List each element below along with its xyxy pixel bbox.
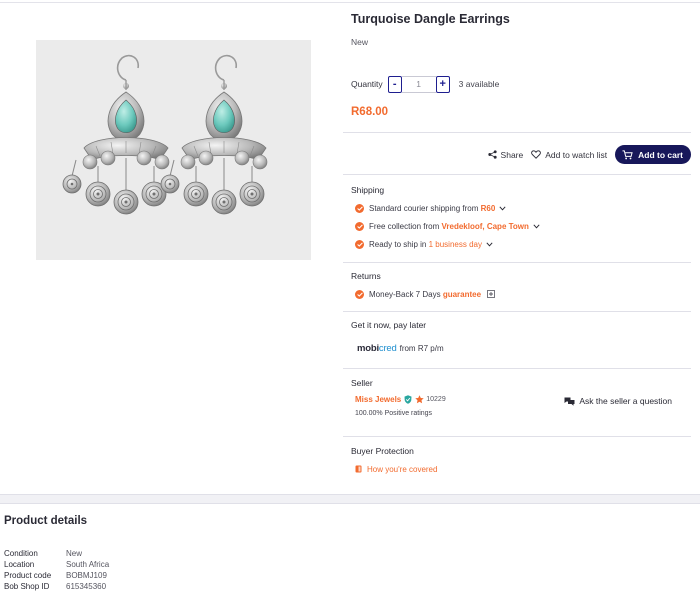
check-icon: [355, 289, 364, 299]
chevron-down-icon: [499, 205, 506, 211]
courier-price: R60: [480, 203, 496, 213]
how-covered-link[interactable]: How you're covered: [367, 465, 437, 474]
returns-section: Returns Money-Back 7 Days guarantee: [351, 271, 691, 300]
detail-value: BOBMJ109: [66, 571, 107, 580]
share-button[interactable]: Share: [487, 149, 524, 160]
increase-quantity-button[interactable]: +: [435, 75, 450, 93]
product-details-table: Condition New Location South Africa Prod…: [4, 548, 109, 592]
seller-section: Seller Miss Jewels 10229 100.00% Positiv…: [351, 378, 691, 426]
divider: [343, 368, 691, 369]
free-collection-row[interactable]: Free collection from Vredekloof, Cape To…: [351, 220, 691, 232]
detail-row-shop-id: Bob Shop ID 615345360: [4, 581, 109, 592]
detail-value: 615345360: [66, 582, 107, 591]
detail-row-condition: Condition New: [4, 548, 109, 559]
product-image[interactable]: [36, 40, 311, 260]
product-condition: New: [351, 37, 369, 47]
seller-name-link[interactable]: Miss Jewels: [355, 395, 401, 404]
expand-plus-icon[interactable]: [487, 290, 495, 298]
ask-seller-label: Ask the seller a question: [579, 396, 672, 406]
quantity-input[interactable]: 1: [401, 75, 436, 93]
section-separator: [0, 494, 700, 504]
courier-shipping-row[interactable]: Standard courier shipping from R60: [351, 202, 691, 214]
quantity-stepper: - 1 +: [387, 75, 450, 93]
star-rating-icon: [415, 395, 424, 404]
divider: [343, 132, 691, 133]
watch-list-button[interactable]: Add to watch list: [531, 150, 607, 160]
chevron-down-icon: [533, 223, 540, 229]
add-to-cart-button[interactable]: Add to cart: [615, 145, 691, 164]
detail-key: Product code: [4, 571, 52, 580]
check-icon: [355, 239, 364, 249]
mobicred-row[interactable]: mobicred from R7 p/m: [357, 343, 691, 354]
availability-text: 3 available: [458, 79, 500, 89]
mobicred-logo: mobicred: [357, 343, 397, 354]
pay-later-title: Get it now, pay later: [351, 320, 427, 330]
heart-icon: [531, 150, 542, 159]
share-label: Share: [500, 149, 524, 160]
mobicred-terms: from R7 p/m: [399, 344, 444, 353]
quantity-row: Quantity - 1 + 3 available: [351, 75, 691, 93]
buyer-protection-title: Buyer Protection: [351, 446, 414, 456]
detail-value: New: [66, 549, 83, 558]
divider: [343, 311, 691, 312]
seller-rating-count: 10229: [426, 396, 446, 403]
divider: [343, 262, 691, 263]
product-price: R68.00: [351, 106, 389, 118]
detail-row-location: Location South Africa: [4, 559, 109, 570]
returns-title: Returns: [351, 271, 381, 281]
chevron-down-icon: [486, 241, 493, 247]
divider: [343, 174, 691, 175]
money-back-row[interactable]: Money-Back 7 Days guarantee: [351, 288, 691, 300]
guarantee-link[interactable]: guarantee: [443, 290, 481, 299]
detail-key: Location: [4, 560, 35, 569]
share-icon: [487, 150, 497, 159]
detail-key: Condition: [4, 549, 38, 558]
detail-row-product-code: Product code BOBMJ109: [4, 570, 109, 581]
watch-list-label: Add to watch list: [545, 149, 608, 160]
quantity-label: Quantity: [351, 79, 383, 89]
divider: [343, 436, 691, 437]
product-title: Turquoise Dangle Earrings: [351, 12, 510, 26]
action-row: Share Add to watch list Add to cart: [487, 145, 691, 164]
buyer-protection-section: Buyer Protection How you're covered: [351, 446, 691, 475]
pay-later-section: Get it now, pay later mobicred from R7 p…: [351, 320, 691, 354]
seller-positive-ratings: 100.00% Positive ratings: [355, 410, 433, 417]
verified-shield-icon: [404, 395, 412, 404]
earrings-image: [62, 54, 268, 215]
seller-title: Seller: [351, 378, 373, 388]
product-details-title: Product details: [4, 515, 88, 527]
check-icon: [355, 221, 364, 231]
shipping-title: Shipping: [351, 185, 385, 195]
chat-bubbles-icon: [564, 397, 575, 406]
ask-seller-button[interactable]: Ask the seller a question: [564, 396, 672, 406]
detail-key: Bob Shop ID: [4, 582, 50, 591]
detail-value: South Africa: [66, 560, 110, 569]
check-icon: [355, 203, 364, 213]
ready-to-ship-row[interactable]: Ready to ship in 1 business day: [351, 238, 691, 250]
cart-icon: [622, 149, 633, 159]
decrease-quantity-button[interactable]: -: [387, 75, 402, 93]
collection-location: Vredekloof, Cape Town: [441, 221, 529, 231]
top-divider: [0, 2, 700, 3]
how-covered-row[interactable]: How you're covered: [351, 463, 691, 475]
add-to-cart-label: Add to cart: [638, 149, 683, 160]
shipping-section: Shipping Standard courier shipping from …: [351, 185, 691, 250]
ready-time: 1 business day: [428, 239, 482, 249]
shield-icon: [355, 465, 362, 473]
